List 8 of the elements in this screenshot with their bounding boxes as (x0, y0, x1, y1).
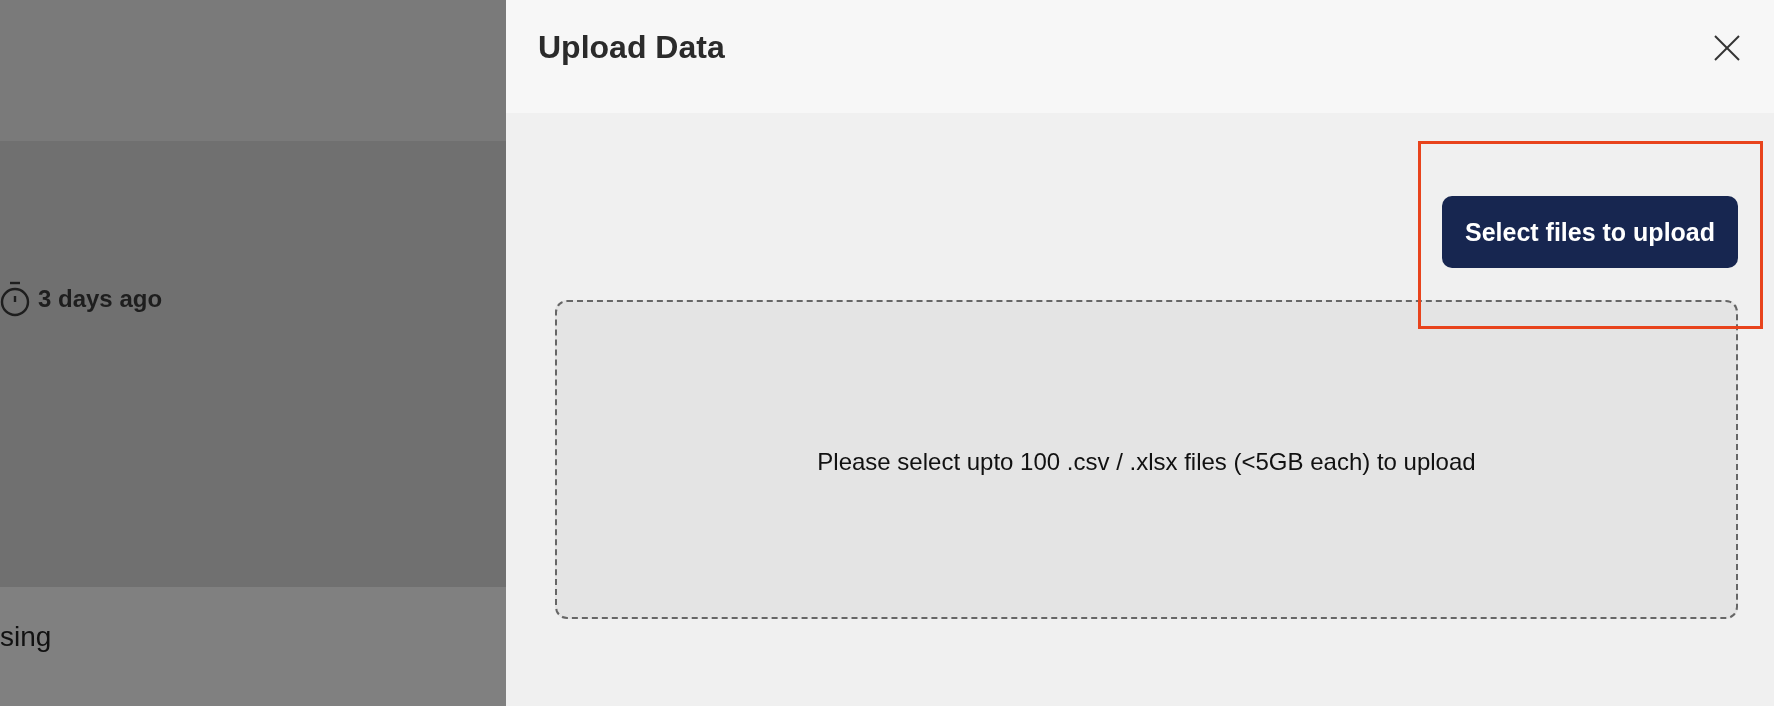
time-label: 3 days ago (38, 285, 163, 313)
drop-zone-text: Please select upto 100 .csv / .xlsx files (<5GB each) to upload (817, 447, 1476, 476)
select-files-button[interactable]: Select files to upload (1442, 196, 1738, 268)
dialog-title: Upload Data (538, 29, 725, 66)
stopwatch-icon (0, 281, 30, 317)
drop-zone[interactable]: Please select upto 100 .csv / .xlsx files (<5GB each) to upload (555, 300, 1738, 619)
close-icon[interactable] (1714, 34, 1740, 61)
row-text: sing (0, 620, 52, 653)
